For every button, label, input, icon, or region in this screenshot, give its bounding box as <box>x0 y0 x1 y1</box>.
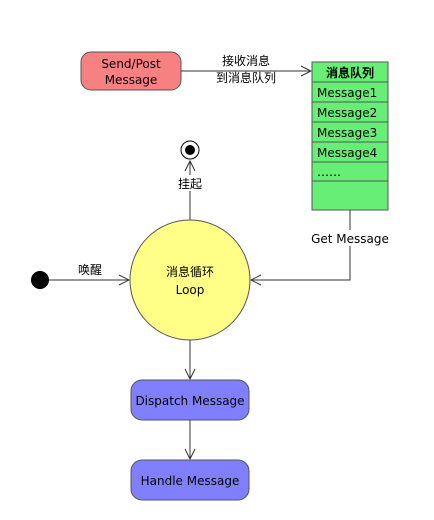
edge-receive-label-line2: 到消息队列 <box>216 70 276 85</box>
dispatch-label: Dispatch Message <box>135 394 244 408</box>
queue-item: Message4 <box>317 146 377 160</box>
edge-send-to-queue: 接收消息 到消息队列 <box>181 53 311 85</box>
queue-title: 消息队列 <box>326 65 374 80</box>
message-queue: 消息队列 Message1 Message2 Message3 Message4… <box>311 61 389 211</box>
edge-suspend: 挂起 <box>176 140 204 220</box>
edge-wake: 唤醒 <box>31 263 129 289</box>
get-message-label: Get Message <box>311 232 389 246</box>
suspend-label: 挂起 <box>178 177 202 191</box>
send-post-label-line1: Send/Post <box>101 57 161 71</box>
queue-item: …… <box>317 165 341 179</box>
queue-item: Message2 <box>317 106 377 120</box>
loop-node: 消息循环 Loop <box>129 219 251 341</box>
handle-label: Handle Message <box>141 474 240 488</box>
loop-label-line1: 消息循环 <box>166 264 214 279</box>
end-node <box>180 140 200 160</box>
edge-receive-label-line1: 接收消息 <box>222 53 270 68</box>
queue-item: Message3 <box>317 126 377 140</box>
dispatch-node: Dispatch Message <box>130 379 250 421</box>
queue-item: Message1 <box>317 86 377 100</box>
loop-label-line2: Loop <box>176 283 205 297</box>
edge-get-message: Get Message <box>251 210 391 280</box>
send-post-node: Send/Post Message <box>80 51 182 91</box>
handle-node: Handle Message <box>130 459 250 501</box>
start-node <box>31 271 49 289</box>
diagram-canvas: Send/Post Message 接收消息 到消息队列 消息队列 Messag… <box>31 51 391 501</box>
wake-label: 唤醒 <box>78 263 102 277</box>
send-post-label-line2: Message <box>105 73 158 87</box>
